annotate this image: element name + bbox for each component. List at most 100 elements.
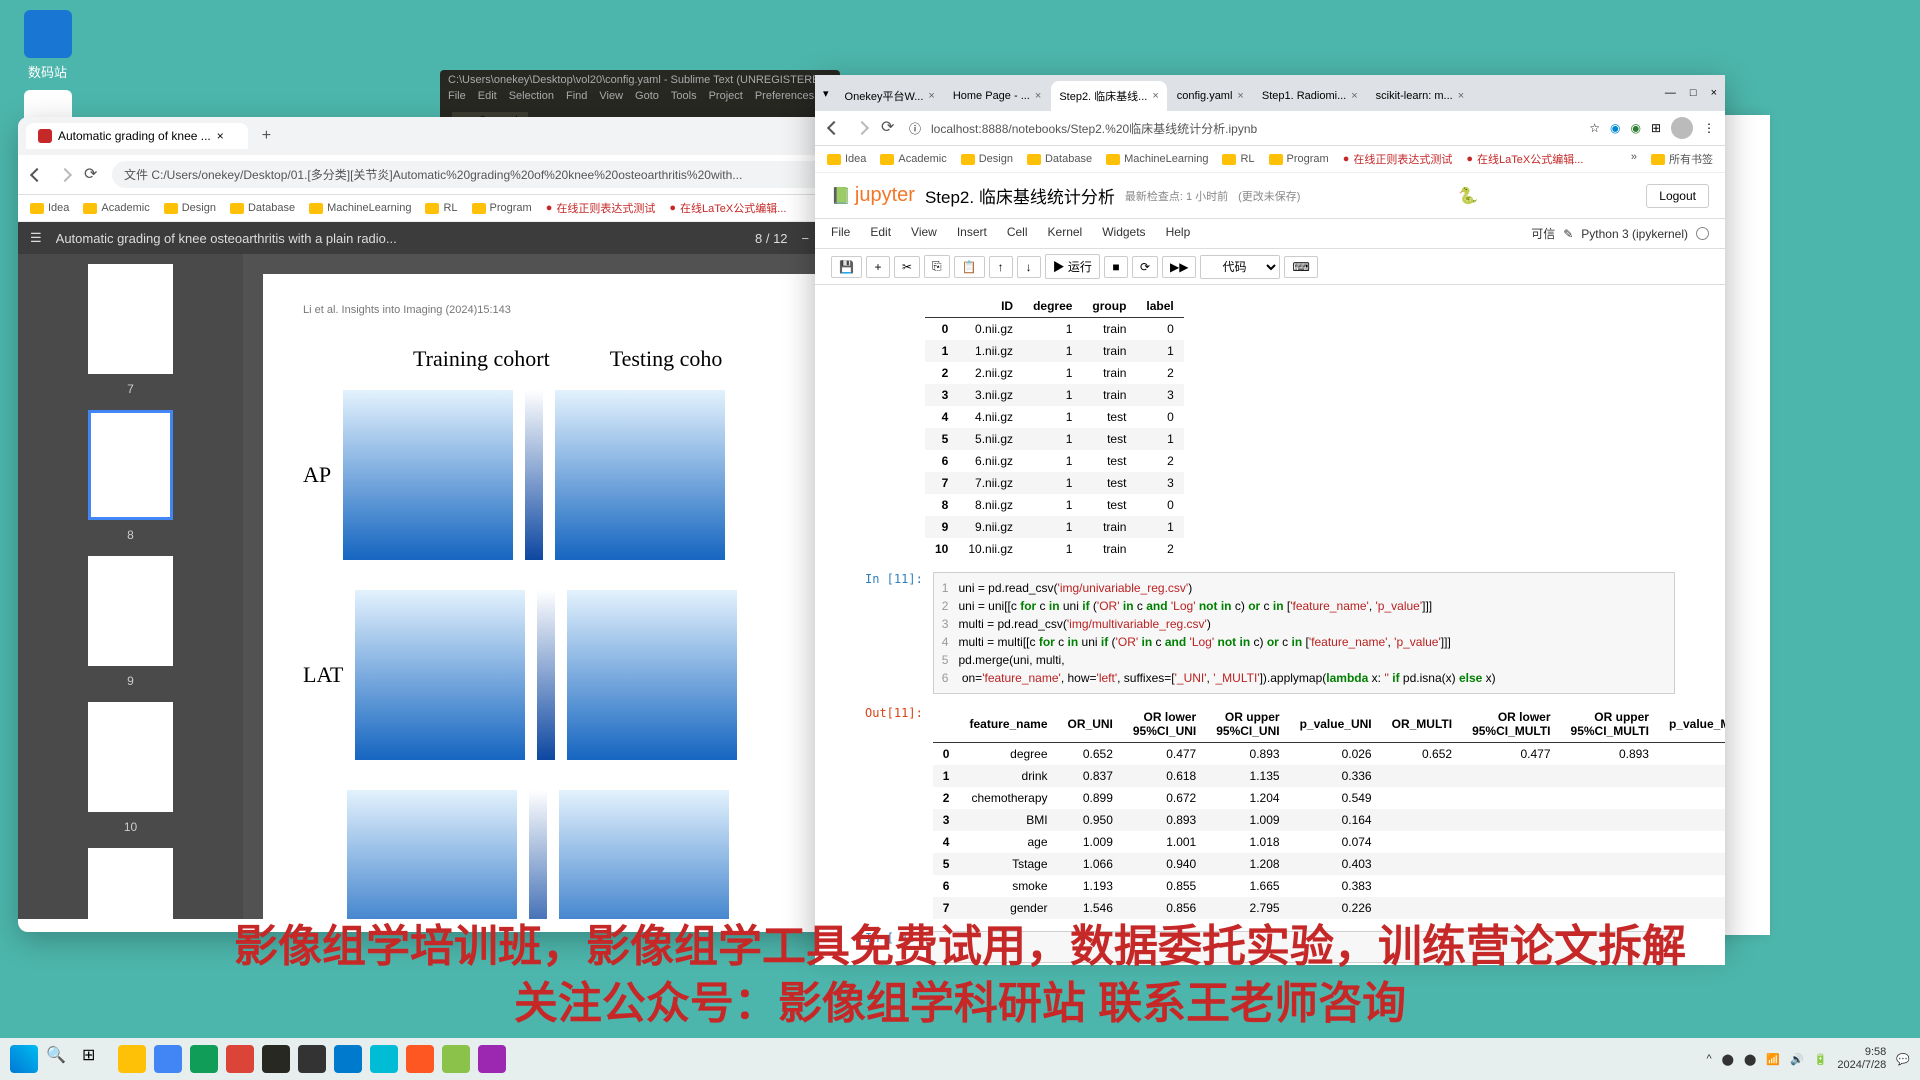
bookmark-folder[interactable]: RL [425, 200, 457, 216]
address-input[interactable]: 文件 C:/Users/onekey/Desktop/01.[多分类][关节炎]… [112, 161, 887, 188]
jupyter-logo-icon[interactable]: 📗 [831, 186, 851, 206]
taskbar-app[interactable] [298, 1045, 326, 1073]
jupyter-logo[interactable]: jupyter [855, 184, 915, 207]
task-view-button[interactable]: ⊞ [82, 1045, 110, 1073]
bookmark-overflow[interactable]: » [1631, 151, 1637, 167]
menu-help[interactable]: Help [1166, 225, 1191, 242]
bookmark-folder[interactable]: RL [1222, 151, 1254, 167]
browser-tab[interactable]: Onekey平台W...× [837, 81, 943, 111]
browser-tab[interactable]: Home Page - ...× [945, 81, 1049, 111]
bookmark-folder[interactable]: 所有书签 [1651, 151, 1713, 167]
site-info-icon[interactable]: ⓘ [909, 120, 921, 137]
close-icon[interactable]: × [1351, 90, 1357, 102]
notebook-title[interactable]: Step2. 临床基线统计分析 [925, 183, 1115, 208]
volume-icon[interactable]: 🔊 [1790, 1053, 1804, 1066]
code-cell[interactable]: In [11]: 1uni = pd.read_csv('img/univari… [865, 572, 1675, 694]
close-icon[interactable]: × [1458, 90, 1464, 102]
menu-edit[interactable]: Edit [870, 225, 891, 242]
bookmark-link[interactable]: ● 在线正则表达式测试 [546, 200, 656, 216]
back-button[interactable] [825, 119, 843, 137]
tray-expand-icon[interactable]: ^ [1706, 1053, 1711, 1065]
menu-insert[interactable]: Insert [957, 225, 987, 242]
browser-tab[interactable]: config.yaml× [1169, 81, 1252, 111]
notebook-content[interactable]: IDdegreegrouplabel00.nii.gz1train011.nii… [815, 285, 1725, 965]
star-icon[interactable]: ☆ [1589, 121, 1600, 135]
forward-button[interactable] [853, 119, 871, 137]
browser-tab-active[interactable]: Step2. 临床基线...× [1051, 81, 1166, 111]
tray-icon[interactable]: ⬤ [1744, 1053, 1756, 1066]
network-icon[interactable]: 📶 [1766, 1053, 1780, 1066]
extensions-icon[interactable]: ⊞ [1651, 121, 1661, 135]
bookmark-folder[interactable]: Academic [83, 200, 149, 216]
pdf-thumb[interactable] [88, 264, 173, 374]
close-icon[interactable]: × [928, 90, 934, 102]
bookmark-folder[interactable]: Database [230, 200, 295, 216]
page-indicator[interactable]: 8 / 12 [755, 231, 788, 246]
command-palette-button[interactable]: ⌨ [1284, 256, 1317, 278]
menu-view[interactable]: View [911, 225, 937, 242]
menu-icon[interactable]: ☰ [30, 230, 42, 246]
minimize-button[interactable]: — [1665, 87, 1676, 105]
close-icon[interactable]: × [1152, 90, 1158, 102]
browser-tab[interactable]: scikit-learn: m...× [1368, 81, 1472, 111]
taskbar-app[interactable] [154, 1045, 182, 1073]
edit-icon[interactable]: ✎ [1563, 227, 1573, 241]
browser-tab[interactable]: Step1. Radiomi...× [1254, 81, 1366, 111]
bookmark-folder[interactable]: MachineLearning [309, 200, 411, 216]
bookmark-folder[interactable]: MachineLearning [1106, 151, 1208, 167]
bookmark-folder[interactable]: Database [1027, 151, 1092, 167]
close-icon[interactable]: × [1035, 90, 1041, 102]
move-down-button[interactable]: ↓ [1017, 256, 1041, 278]
taskbar-app[interactable] [334, 1045, 362, 1073]
battery-icon[interactable]: 🔋 [1814, 1053, 1828, 1066]
zoom-out-button[interactable]: − [802, 231, 810, 246]
kernel-name[interactable]: Python 3 (ipykernel) [1581, 227, 1688, 241]
copy-button[interactable]: ⎘ [924, 255, 950, 278]
cut-button[interactable]: ✂ [894, 256, 920, 278]
new-tab-button[interactable]: + [254, 127, 279, 145]
chrome-menu-icon[interactable]: ⋮ [1703, 121, 1715, 135]
menu-file[interactable]: File [831, 225, 850, 242]
taskbar-app[interactable] [262, 1045, 290, 1073]
reload-button[interactable] [881, 119, 899, 137]
close-icon[interactable]: × [217, 129, 224, 143]
extension-icon[interactable]: ◉ [1610, 121, 1620, 135]
bookmark-folder[interactable]: Design [961, 151, 1013, 167]
bookmark-folder[interactable]: Idea [30, 200, 69, 216]
pdf-thumb-active[interactable] [88, 410, 173, 520]
bookmark-folder[interactable]: Idea [827, 151, 866, 167]
taskbar-app[interactable] [442, 1045, 470, 1073]
notifications-icon[interactable]: 💬 [1896, 1053, 1910, 1066]
move-up-button[interactable]: ↑ [989, 256, 1013, 278]
taskbar-app[interactable] [478, 1045, 506, 1073]
run-button[interactable]: ▶ 运行 [1045, 254, 1100, 279]
cell-type-select[interactable]: 代码 [1200, 255, 1280, 279]
bookmark-link[interactable]: ● 在线LaTeX公式编辑... [1466, 151, 1583, 167]
close-icon[interactable]: × [1237, 90, 1243, 102]
menu-kernel[interactable]: Kernel [1048, 225, 1083, 242]
logout-button[interactable]: Logout [1646, 184, 1709, 208]
taskbar-app[interactable] [370, 1045, 398, 1073]
profile-icon[interactable] [1671, 117, 1693, 139]
taskbar-app[interactable] [190, 1045, 218, 1073]
back-button[interactable] [28, 166, 46, 184]
bookmark-link[interactable]: ● 在线LaTeX公式编辑... [669, 200, 786, 216]
restart-button[interactable]: ⟳ [1132, 256, 1158, 278]
pdf-thumb[interactable] [88, 702, 173, 812]
bookmark-link[interactable]: ● 在线正则表达式测试 [1343, 151, 1453, 167]
add-cell-button[interactable]: + [866, 256, 890, 278]
maximize-button[interactable]: □ [1690, 87, 1697, 105]
tray-icon[interactable]: ⬤ [1722, 1053, 1734, 1066]
start-button[interactable] [10, 1045, 38, 1073]
taskbar-app[interactable] [226, 1045, 254, 1073]
close-button[interactable]: × [1711, 87, 1717, 105]
paste-button[interactable]: 📋 [954, 256, 985, 278]
trusted-indicator[interactable]: 可信 [1531, 225, 1555, 242]
extension-icon[interactable]: ◉ [1630, 121, 1640, 135]
menu-widgets[interactable]: Widgets [1102, 225, 1145, 242]
pdf-thumb[interactable] [88, 556, 173, 666]
restart-run-button[interactable]: ▶▶ [1162, 256, 1196, 278]
explorer-icon[interactable] [118, 1045, 146, 1073]
bookmark-folder[interactable]: Academic [880, 151, 946, 167]
clock-time[interactable]: 9:58 [1837, 1046, 1886, 1059]
